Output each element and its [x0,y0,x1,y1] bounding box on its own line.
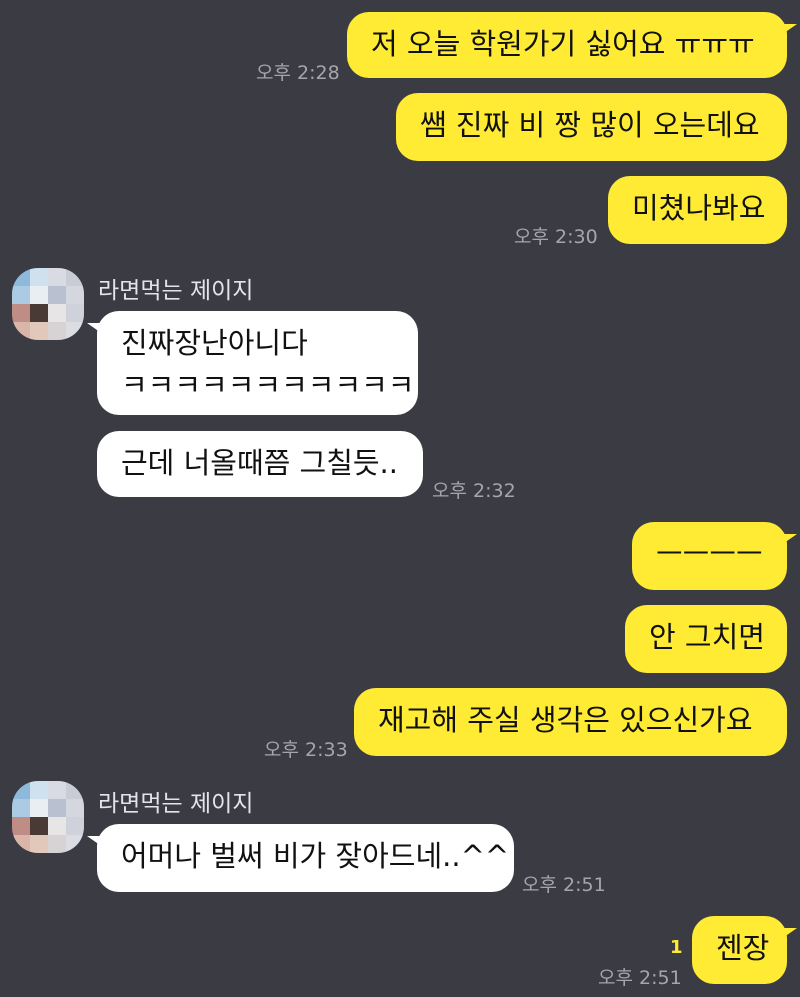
avatar-pixel [12,817,30,835]
avatar-pixel [12,268,30,286]
my-message-bubble[interactable]: 젠장 [692,916,797,984]
my-message-bubble[interactable]: 쌤 진짜 비 짱 많이 오는데요 [396,93,787,161]
avatar-pixel [12,835,30,853]
message-line: ㅋㅋㅋㅋㅋㅋㅋㅋㅋㅋㅋ [121,368,415,402]
timestamp: 오후 2:51 [522,874,606,896]
their-message-bubble[interactable]: 근데 너올때쯤 그칠듯.. [97,431,423,497]
avatar-pixel [48,304,66,322]
avatar-pixel [48,781,66,799]
avatar-pixel [30,835,48,853]
avatar-pixel [12,322,30,340]
their-message-bubble[interactable]: 진짜장난아니다 ㅋㅋㅋㅋㅋㅋㅋㅋㅋㅋㅋ [87,311,418,415]
avatar-pixel [12,304,30,322]
avatar-pixel [66,835,84,853]
avatar-pixel [12,781,30,799]
my-message-bubble[interactable]: 안 그치면 [625,605,787,673]
avatar-pixel [48,286,66,304]
avatar-pixel [30,799,48,817]
avatar-pixel [66,817,84,835]
avatar-pixel [30,286,48,304]
timestamp: 오후 2:51 [598,967,682,989]
avatar-pixel [66,304,84,322]
avatar-pixel [66,268,84,286]
timestamp: 오후 2:30 [514,226,598,248]
message-line: 진짜장난아니다 [121,326,308,360]
avatar[interactable] [12,268,84,340]
avatar-pixel [48,817,66,835]
my-message-bubble[interactable]: 미쳤나봐요 [608,176,787,244]
avatar-pixel [66,799,84,817]
my-message-bubble[interactable]: ㅡㅡㅡㅡ [632,522,797,590]
their-message-bubble[interactable]: 어머나 벌써 비가 잦아드네..^^ [87,824,514,892]
timestamp: 오후 2:32 [432,480,516,502]
avatar-pixel [30,817,48,835]
timestamp: 오후 2:33 [264,739,348,761]
avatar-pixel [66,781,84,799]
avatar-pixel [48,268,66,286]
my-message-bubble[interactable]: 재고해 주실 생각은 있으신가요 [354,688,787,756]
avatar-pixel [12,799,30,817]
timestamp: 오후 2:28 [256,62,340,84]
avatar-pixel [12,286,30,304]
avatar[interactable] [12,781,84,853]
avatar-pixel [30,781,48,799]
unread-count: 1 [670,937,683,958]
avatar-pixel [48,799,66,817]
avatar-pixel [30,322,48,340]
avatar-pixel [30,304,48,322]
avatar-pixel [48,835,66,853]
avatar-pixel [66,322,84,340]
avatar-pixel [30,268,48,286]
sender-name: 라면먹는 제이지 [98,791,254,817]
avatar-pixel [48,322,66,340]
my-message-bubble[interactable]: 저 오늘 학원가기 싫어요 ㅠㅠㅠ [347,12,797,78]
sender-name: 라면먹는 제이지 [98,278,254,304]
avatar-pixel [66,286,84,304]
